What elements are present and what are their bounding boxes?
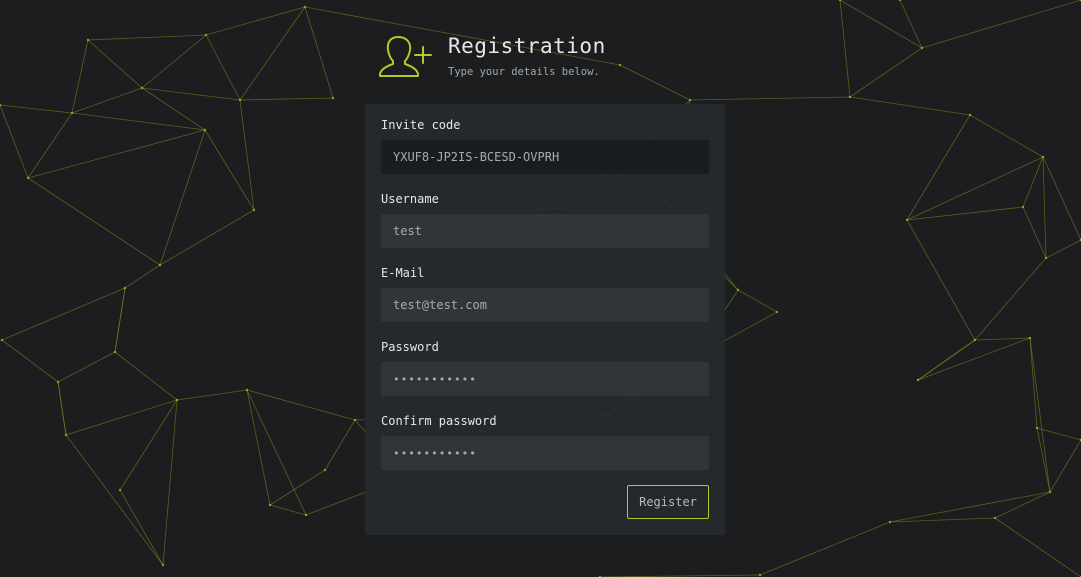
- password-label: Password: [381, 340, 439, 354]
- email-input[interactable]: [381, 288, 709, 322]
- username-label: Username: [381, 192, 439, 206]
- page-title: Registration: [448, 34, 606, 58]
- email-label: E-Mail: [381, 266, 425, 280]
- user-plus-icon: [379, 36, 432, 77]
- invite-code-label: Invite code: [381, 118, 461, 132]
- invite-code-input[interactable]: [381, 140, 709, 174]
- page-subtitle: Type your details below.: [448, 66, 600, 78]
- registration-header: Registration Type your details below.: [378, 34, 698, 84]
- confirm-password-label: Confirm password: [381, 414, 497, 428]
- registration-form: Invite code Username E-Mail Password Con…: [365, 104, 725, 535]
- username-input[interactable]: [381, 214, 709, 248]
- password-input[interactable]: [381, 362, 709, 396]
- register-button[interactable]: Register: [627, 485, 709, 519]
- confirm-password-input[interactable]: [381, 436, 709, 470]
